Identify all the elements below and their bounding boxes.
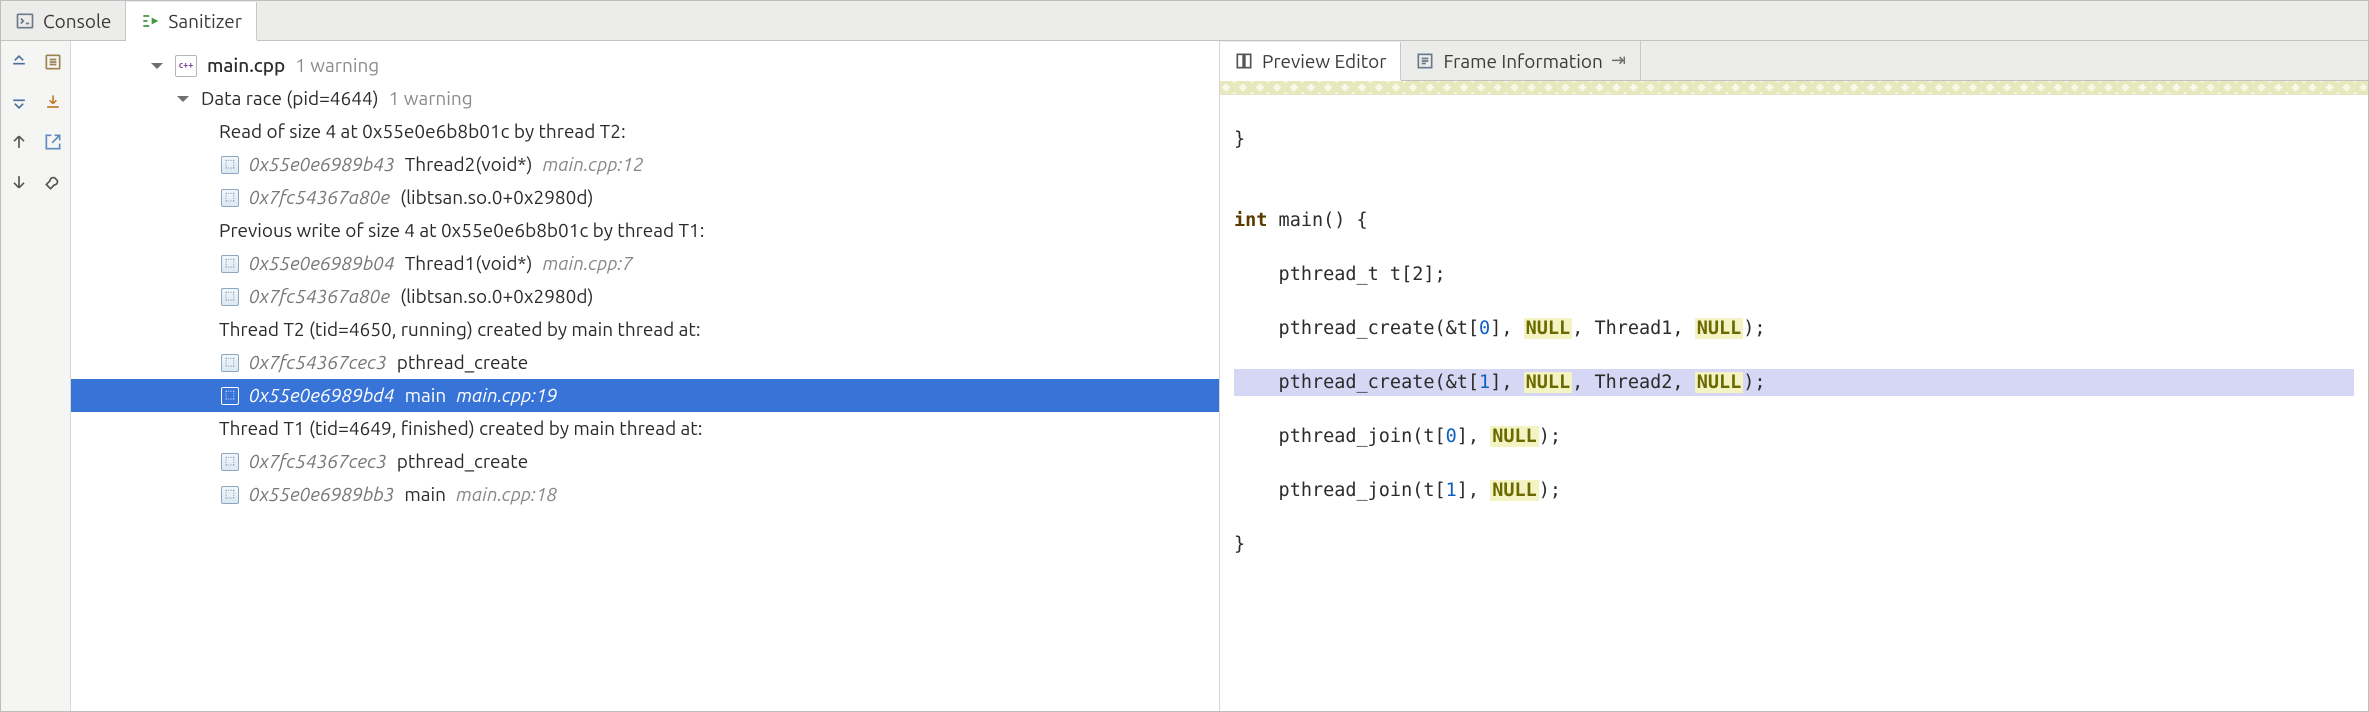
tab-preview-label: Preview Editor bbox=[1262, 50, 1386, 72]
frame-info-icon bbox=[1415, 51, 1435, 71]
arrow-down-icon bbox=[9, 172, 29, 192]
pin-arrow-icon: ⇥ bbox=[1611, 50, 1626, 71]
editor-folded-indicator bbox=[1220, 81, 2368, 95]
open-external-button[interactable] bbox=[43, 131, 63, 153]
sanitizer-icon bbox=[140, 11, 160, 31]
issue-tree[interactable]: main.cpp 1 warning Data race (pid=4644) … bbox=[71, 41, 1220, 711]
collapse-all-icon bbox=[9, 92, 29, 112]
t2-header[interactable]: Thread T2 (tid=4650, running) created by… bbox=[71, 313, 1219, 346]
code-line: } bbox=[1234, 531, 2354, 558]
stackframe-icon: ⬚ bbox=[221, 255, 239, 273]
code-line: } bbox=[1234, 126, 2354, 153]
code-line-highlighted: pthread_create(&t[1], NULL, Thread2, NUL… bbox=[1234, 369, 2354, 396]
chevron-down-icon bbox=[175, 91, 191, 107]
expand-all-icon bbox=[9, 52, 29, 72]
tab-console[interactable]: Console bbox=[1, 1, 126, 40]
race-warning-count: 1 warning bbox=[389, 84, 473, 113]
code-editor[interactable]: } int main() { pthread_t t[2]; pthread_c… bbox=[1220, 95, 2368, 711]
stackframe-icon: ⬚ bbox=[221, 387, 239, 405]
file-warning-count: 1 warning bbox=[295, 51, 379, 80]
code-line: int main() { bbox=[1234, 207, 2354, 234]
top-tabbar: Console Sanitizer bbox=[1, 1, 2368, 41]
frame-row[interactable]: ⬚ 0x7fc54367cec3 pthread_create bbox=[71, 445, 1219, 478]
t1-header[interactable]: Thread T1 (tid=4649, finished) created b… bbox=[71, 412, 1219, 445]
code-line: pthread_join(t[0], NULL); bbox=[1234, 423, 2354, 450]
frame-row[interactable]: ⬚ 0x55e0e6989b43 Thread2(void*) main.cpp… bbox=[71, 148, 1219, 181]
down-button[interactable] bbox=[9, 171, 29, 193]
stackframe-icon: ⬚ bbox=[221, 189, 239, 207]
tree-file-node[interactable]: main.cpp 1 warning bbox=[71, 49, 1219, 82]
code-line: pthread_create(&t[0], NULL, Thread1, NUL… bbox=[1234, 315, 2354, 342]
import-button[interactable] bbox=[43, 91, 63, 113]
stackframe-icon: ⬚ bbox=[221, 486, 239, 504]
tab-sanitizer[interactable]: Sanitizer bbox=[126, 2, 257, 41]
tab-frame-info[interactable]: Frame Information ⇥ bbox=[1401, 41, 1640, 80]
frame-row[interactable]: ⬚ 0x7fc54367a80e (libtsan.so.0+0x2980d) bbox=[71, 280, 1219, 313]
stackframe-icon: ⬚ bbox=[221, 354, 239, 372]
list-icon bbox=[43, 52, 63, 72]
cpp-file-icon bbox=[175, 55, 197, 77]
read-header[interactable]: Read of size 4 at 0x55e0e6b8b01c by thre… bbox=[71, 115, 1219, 148]
frame-row[interactable]: ⬚ 0x55e0e6989bb3 main main.cpp:18 bbox=[71, 478, 1219, 511]
stackframe-icon: ⬚ bbox=[221, 156, 239, 174]
collapse-all-button[interactable] bbox=[9, 91, 29, 113]
stackframe-icon: ⬚ bbox=[221, 453, 239, 471]
panel-body: main.cpp 1 warning Data race (pid=4644) … bbox=[1, 41, 2368, 711]
sanitizer-window: Console Sanitizer bbox=[0, 0, 2369, 712]
race-title: Data race (pid=4644) bbox=[201, 84, 379, 113]
expand-all-button[interactable] bbox=[9, 51, 29, 73]
frame-row-selected[interactable]: ⬚ 0x55e0e6989bd4 main main.cpp:19 bbox=[71, 379, 1219, 412]
import-icon bbox=[43, 92, 63, 112]
settings-button[interactable] bbox=[43, 171, 63, 193]
stackframe-icon: ⬚ bbox=[221, 288, 239, 306]
tab-frame-info-label: Frame Information bbox=[1443, 50, 1602, 72]
code-line: pthread_t t[2]; bbox=[1234, 261, 2354, 288]
chevron-down-icon bbox=[149, 58, 165, 74]
editor-tabbar: Preview Editor Frame Information ⇥ bbox=[1220, 41, 2368, 81]
list-button[interactable] bbox=[43, 51, 63, 73]
code-line: pthread_join(t[1], NULL); bbox=[1234, 477, 2354, 504]
terminal-icon bbox=[15, 11, 35, 31]
tree-race-node[interactable]: Data race (pid=4644) 1 warning bbox=[71, 82, 1219, 115]
frame-row[interactable]: ⬚ 0x7fc54367a80e (libtsan.so.0+0x2980d) bbox=[71, 181, 1219, 214]
tab-console-label: Console bbox=[43, 10, 111, 32]
write-header[interactable]: Previous write of size 4 at 0x55e0e6b8b0… bbox=[71, 214, 1219, 247]
preview-icon bbox=[1234, 51, 1254, 71]
external-icon bbox=[43, 132, 63, 152]
tab-sanitizer-label: Sanitizer bbox=[168, 10, 242, 32]
frame-row[interactable]: ⬚ 0x7fc54367cec3 pthread_create bbox=[71, 346, 1219, 379]
file-name: main.cpp bbox=[207, 51, 285, 80]
frame-row[interactable]: ⬚ 0x55e0e6989b04 Thread1(void*) main.cpp… bbox=[71, 247, 1219, 280]
wrench-icon bbox=[43, 172, 63, 192]
up-button[interactable] bbox=[9, 131, 29, 153]
tab-preview-editor[interactable]: Preview Editor bbox=[1220, 42, 1401, 81]
editor-side: Preview Editor Frame Information ⇥ } int… bbox=[1220, 41, 2368, 711]
arrow-up-icon bbox=[9, 132, 29, 152]
left-gutter bbox=[1, 41, 71, 711]
